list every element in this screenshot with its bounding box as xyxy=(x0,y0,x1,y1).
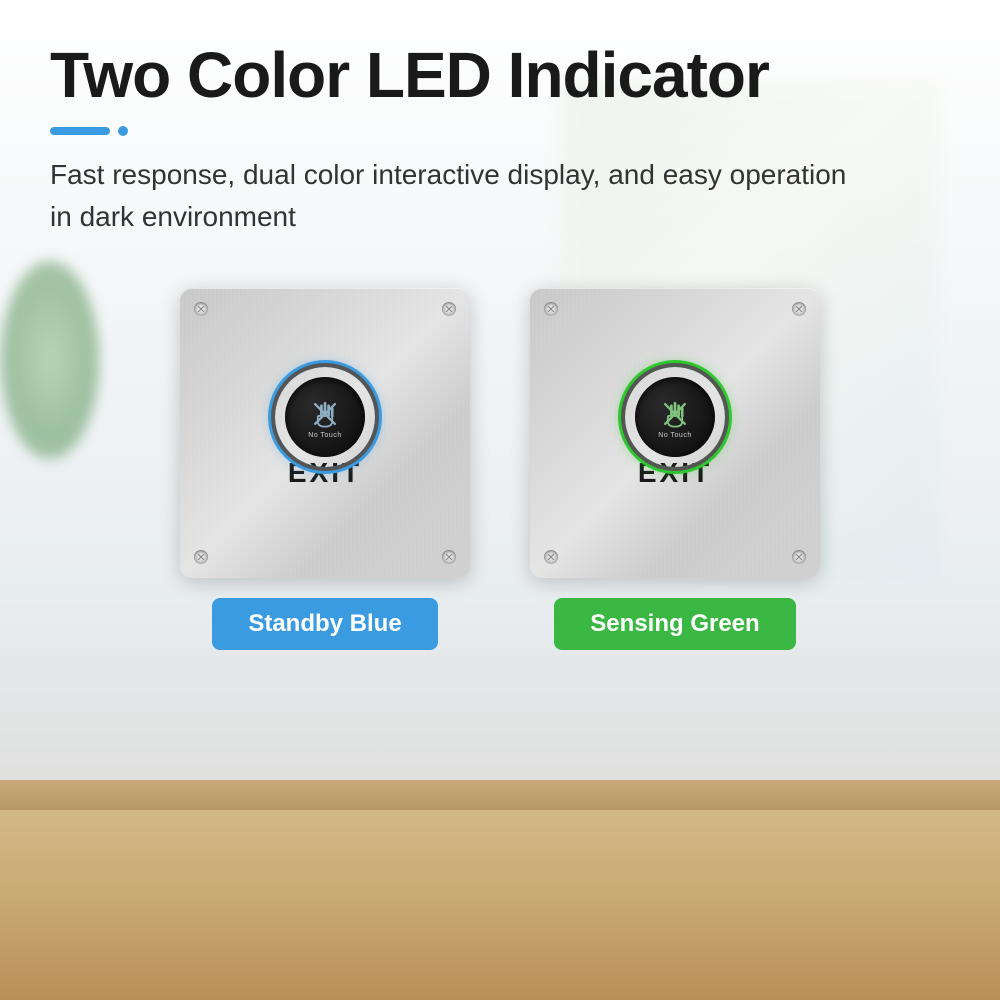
header-section: Two Color LED Indicator Fast response, d… xyxy=(50,40,950,238)
indicator-bar xyxy=(50,127,110,135)
page-wrapper: Two Color LED Indicator Fast response, d… xyxy=(0,0,1000,1000)
indicator-circle xyxy=(118,126,128,136)
devices-section: No Touch EXIT Standby Blue xyxy=(50,278,950,650)
description-text: Fast response, dual color interactive di… xyxy=(50,154,870,238)
screw-tl xyxy=(194,302,208,316)
indicator-dots xyxy=(50,126,950,136)
screw-br-g xyxy=(792,550,806,564)
screw-tr-g xyxy=(792,302,806,316)
page-title: Two Color LED Indicator xyxy=(50,40,950,110)
sensor-inner-green[interactable]: No Touch xyxy=(635,377,715,457)
standby-blue-badge: Standby Blue xyxy=(212,598,437,650)
no-touch-label-green: No Touch xyxy=(658,432,691,439)
hand-icon-blue xyxy=(307,396,343,432)
device-green-container: No Touch EXIT Sensing Green xyxy=(530,288,820,650)
screw-bl xyxy=(194,550,208,564)
main-content: Two Color LED Indicator Fast response, d… xyxy=(0,0,1000,680)
device-blue-container: No Touch EXIT Standby Blue xyxy=(180,288,470,650)
screw-tl-g xyxy=(544,302,558,316)
screw-br xyxy=(442,550,456,564)
table-top xyxy=(0,780,1000,810)
sensor-ring-blue[interactable]: No Touch xyxy=(275,367,375,467)
table-surface xyxy=(0,780,1000,1000)
table-body xyxy=(0,810,1000,1000)
screw-bl-g xyxy=(544,550,558,564)
metal-panel-green: No Touch EXIT xyxy=(530,288,820,578)
sensor-ring-green[interactable]: No Touch xyxy=(625,367,725,467)
sensor-inner-blue[interactable]: No Touch xyxy=(285,377,365,457)
hand-icon-green xyxy=(657,396,693,432)
no-touch-label-blue: No Touch xyxy=(308,432,341,439)
metal-panel-blue: No Touch EXIT xyxy=(180,288,470,578)
screw-tr xyxy=(442,302,456,316)
sensing-green-badge: Sensing Green xyxy=(554,598,795,650)
